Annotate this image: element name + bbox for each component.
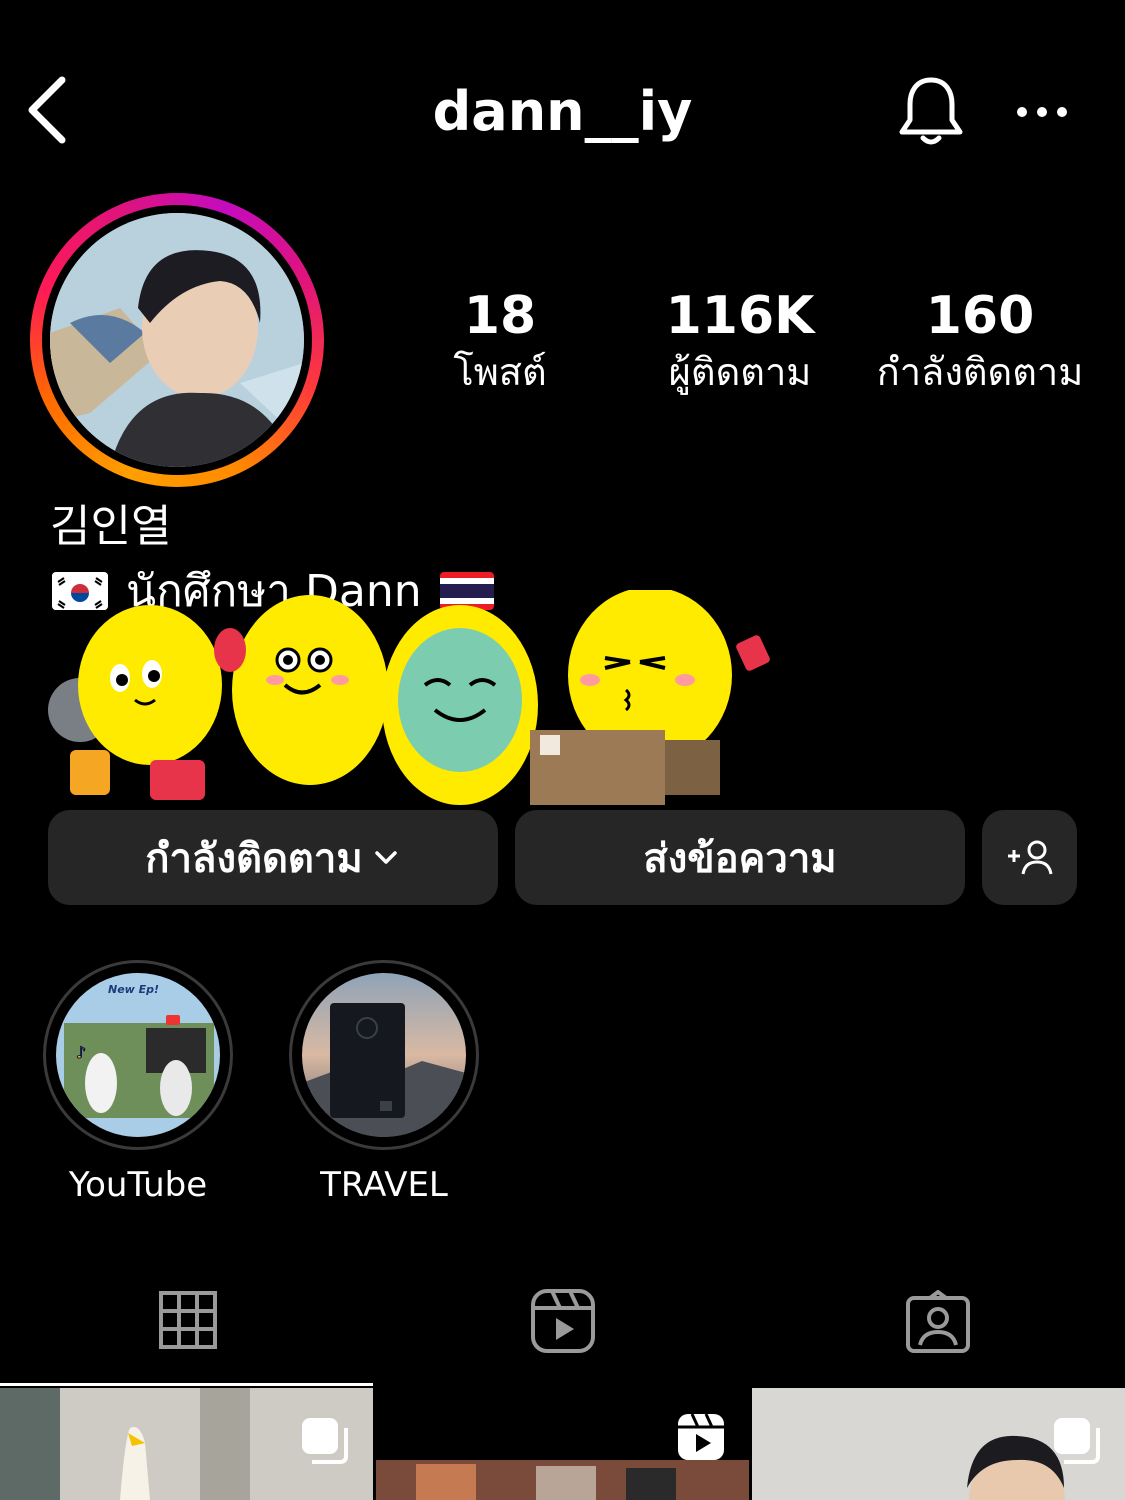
- posts-label: โพสต์: [453, 350, 547, 394]
- followers-stat[interactable]: 116K ผู้ติดตาม: [640, 286, 840, 398]
- reels-tab[interactable]: [530, 1288, 596, 1354]
- following-count: 160: [925, 286, 1035, 346]
- followers-label: ผู้ติดตาม: [668, 350, 812, 394]
- highlight-travel-cover: [302, 973, 466, 1137]
- bell-icon: [899, 77, 963, 145]
- reels-icon: [531, 1289, 595, 1353]
- following-label: กำลังติดตาม: [876, 350, 1084, 394]
- following-button-label: กำลังติดตาม: [145, 835, 363, 882]
- tagged-tab[interactable]: [905, 1289, 971, 1354]
- post-thumbnail-1[interactable]: [0, 1388, 373, 1500]
- lemon-sticker: [40, 587, 800, 820]
- grid-icon: [159, 1291, 217, 1349]
- carousel-icon: [302, 1418, 348, 1464]
- more-options-button[interactable]: [1010, 92, 1074, 132]
- story-ring[interactable]: [30, 193, 324, 487]
- display-name: 김인열: [50, 501, 172, 552]
- post-thumbnail-3[interactable]: [752, 1388, 1125, 1500]
- followers-count: 116K: [665, 286, 815, 346]
- highlight-youtube-label: YouTube: [68, 1165, 208, 1205]
- posts-stat[interactable]: 18 โพสต์: [410, 286, 590, 398]
- message-button[interactable]: ส่งข้อความ: [515, 810, 965, 905]
- svg-text:♪: ♪: [76, 1043, 86, 1062]
- following-button[interactable]: กำลังติดตาม: [48, 810, 498, 905]
- highlight-youtube[interactable]: ♪ New Ep!: [43, 960, 233, 1150]
- notifications-button[interactable]: [896, 72, 966, 150]
- add-person-icon: [1007, 840, 1052, 874]
- highlight-travel-label: TRAVEL: [320, 1165, 448, 1205]
- highlight-travel[interactable]: [289, 960, 479, 1150]
- tagged-icon: [906, 1289, 970, 1353]
- active-tab-indicator: [0, 1383, 373, 1386]
- highlight-youtube-cover-text: New Ep!: [108, 983, 160, 996]
- grid-tab[interactable]: [158, 1290, 218, 1350]
- chevron-down-icon: [374, 850, 397, 864]
- posts-count: 18: [463, 286, 537, 346]
- avatar: [50, 213, 304, 467]
- highlight-youtube-cover: ♪: [56, 973, 220, 1137]
- reel-indicator-icon: [678, 1413, 724, 1460]
- suggested-users-button[interactable]: [982, 810, 1077, 905]
- message-button-label: ส่งข้อความ: [643, 835, 837, 882]
- following-stat[interactable]: 160 กำลังติดตาม: [870, 286, 1090, 398]
- carousel-icon: [1054, 1418, 1100, 1464]
- more-horizontal-icon: [1017, 107, 1067, 117]
- post-thumbnail-2[interactable]: [376, 1388, 749, 1500]
